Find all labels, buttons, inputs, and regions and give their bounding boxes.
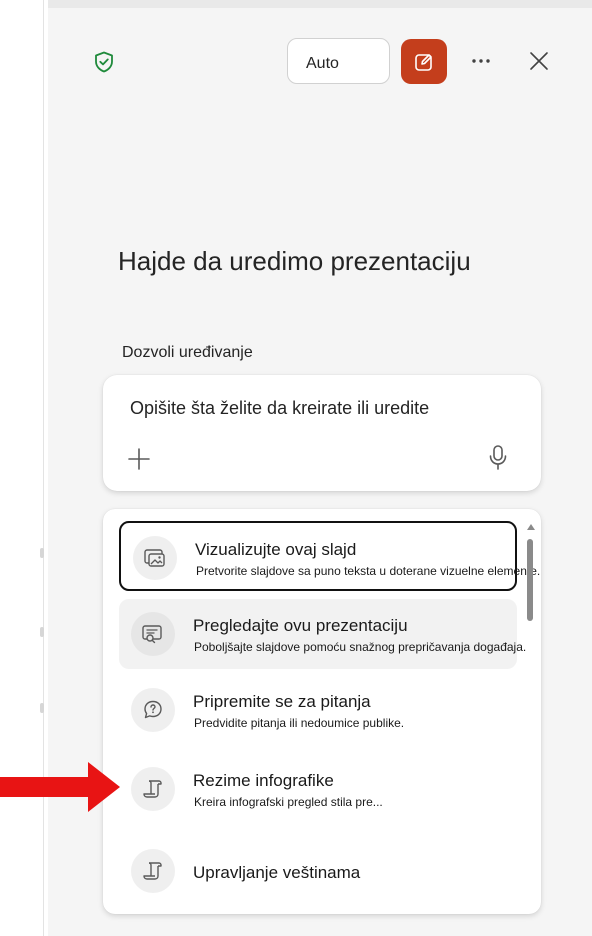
suggestion-manage-skills[interactable]: Upravljanje veštinama <box>119 836 517 906</box>
suggestion-description: Predvidite pitanja ili nedoumice publike… <box>194 716 405 730</box>
suggestion-infographic-summary[interactable]: Rezime infografike Kreira infografski pr… <box>119 754 517 824</box>
mode-selector-button[interactable]: Auto <box>287 38 390 84</box>
edge-marker <box>40 703 44 713</box>
shield-check-icon <box>92 50 116 74</box>
suggestion-title: Vizualizujte ovaj slajd <box>195 540 357 559</box>
close-icon <box>530 52 548 70</box>
suggestion-title: Pripremite se za pitanja <box>193 692 371 711</box>
edge-marker <box>40 548 44 558</box>
review-slide-icon <box>131 612 175 656</box>
more-options-button[interactable] <box>466 48 496 74</box>
close-button[interactable] <box>526 48 552 74</box>
edge-marker <box>40 627 44 637</box>
suggestions-list: Vizualizujte ovaj slajd Pretvorite slajd… <box>103 509 541 914</box>
suggestion-title: Upravljanje veštinama <box>193 863 361 882</box>
suggestion-description: Pretvorite slajdove sa puno teksta u dot… <box>196 564 541 578</box>
suggestion-title: Pregledajte ovu prezentaciju <box>193 616 408 635</box>
suggestion-description: Kreira infografski pregled stila pre... <box>194 795 383 809</box>
question-chat-icon <box>131 688 175 732</box>
scroll-icon <box>131 767 175 811</box>
allow-editing-label: Dozvoli uređivanje <box>122 344 253 361</box>
prompt-composer[interactable]: Opišite šta želite da kreirate ili uredi… <box>103 375 541 491</box>
new-chat-button[interactable] <box>401 39 447 84</box>
red-arrow-icon <box>0 762 120 812</box>
image-slide-icon <box>133 536 177 580</box>
compose-icon <box>415 53 432 71</box>
suggestion-description: Poboljšajte slajdove pomoću snažnog prep… <box>194 640 527 654</box>
more-horizontal-icon <box>472 59 490 63</box>
suggestion-visualize-slide[interactable]: Vizualizujte ovaj slajd Pretvorite slajd… <box>119 521 540 591</box>
scroll-up-arrow[interactable] <box>527 524 535 530</box>
microphone-icon <box>489 445 507 470</box>
suggestion-review-presentation[interactable]: Pregledajte ovu prezentaciju Poboljšajte… <box>119 599 526 669</box>
scroll-icon <box>131 849 175 893</box>
scrollbar-thumb[interactable] <box>527 539 533 621</box>
page-title: Hajde da uredimo prezentaciju <box>118 246 471 276</box>
suggestion-prepare-questions[interactable]: Pripremite se za pitanja Predvidite pita… <box>119 675 517 745</box>
prompt-input[interactable]: Opišite šta želite da kreirate ili uredi… <box>130 398 429 419</box>
plus-icon <box>128 448 150 470</box>
suggestion-title: Rezime infografike <box>193 771 334 790</box>
add-attachment-button[interactable] <box>125 445 153 473</box>
mode-selector-label: Auto <box>306 55 339 72</box>
microphone-button[interactable] <box>485 443 511 473</box>
